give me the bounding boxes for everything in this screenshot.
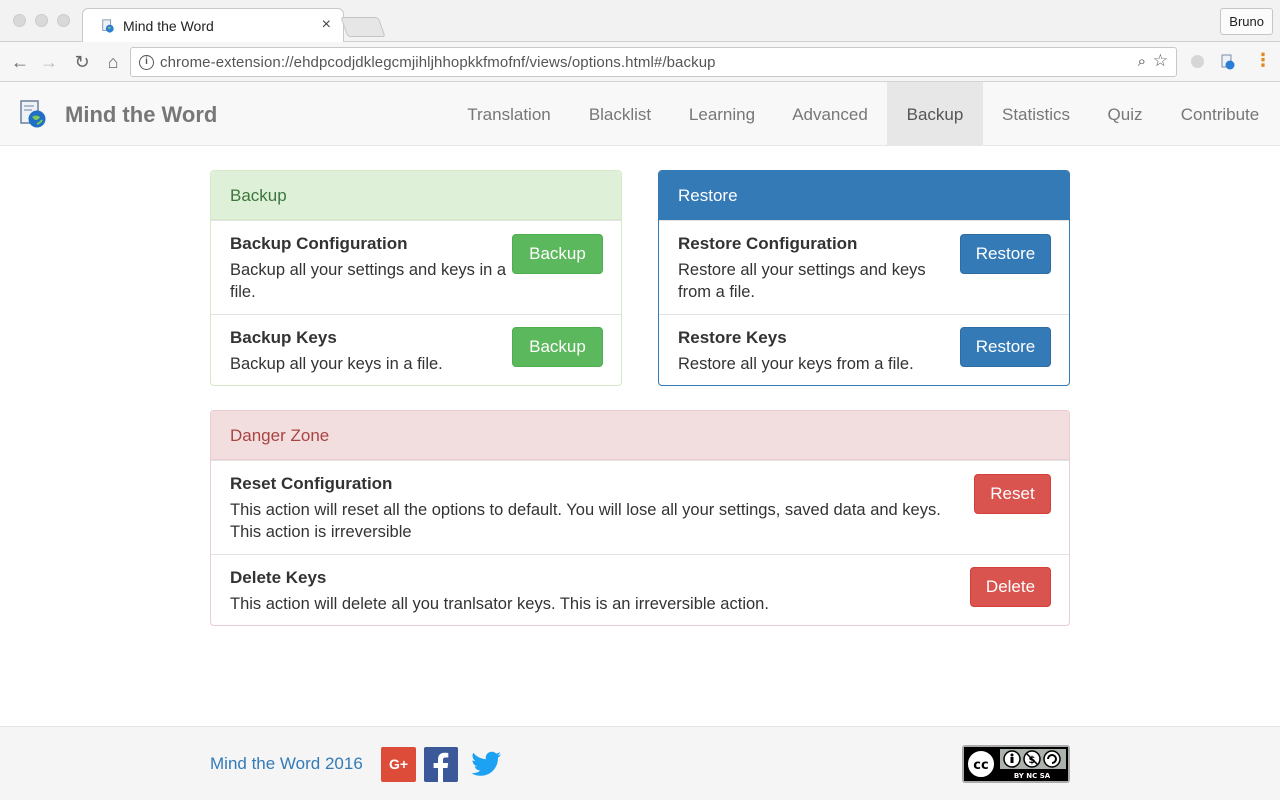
app-navbar: Mind the Word Translation Blacklist Lear…	[0, 82, 1280, 146]
nav-quiz[interactable]: Quiz	[1090, 82, 1160, 145]
backup-config-button[interactable]: Backup	[512, 234, 603, 274]
delete-button[interactable]: Delete	[970, 567, 1051, 607]
row-description: Restore all your settings and keys from …	[678, 261, 926, 301]
page-footer: Mind the Word 2016 G+ cc $ BY NC SA	[0, 726, 1280, 800]
restore-panel: Restore Restore Configuration Restore al…	[658, 170, 1070, 386]
address-bar[interactable]: i chrome-extension://ehdpcodjdklegcmjihl…	[130, 47, 1177, 77]
forward-arrow-icon[interactable]: →	[37, 50, 61, 74]
window-minimize-dot[interactable]	[35, 14, 48, 27]
creative-commons-license-badge[interactable]: cc $ BY NC SA	[962, 745, 1070, 783]
row-description: Backup all your keys in a file.	[230, 355, 443, 373]
cc-by-nc-sa-icon: cc $ BY NC SA	[964, 747, 1068, 781]
info-icon[interactable]: i	[139, 55, 154, 70]
restore-panel-heading: Restore	[659, 171, 1069, 220]
row-description: This action will reset all the options t…	[230, 501, 941, 541]
tab-close-icon[interactable]: ×	[322, 16, 331, 34]
backup-config-row: Backup Configuration Backup all your set…	[211, 220, 621, 314]
reset-config-row: Reset Configuration This action will res…	[211, 460, 1069, 554]
backup-keys-row: Backup Keys Backup all your keys in a fi…	[211, 314, 621, 385]
backup-panel: Backup Backup Configuration Backup all y…	[210, 170, 622, 386]
profile-button[interactable]: Bruno	[1220, 8, 1273, 35]
back-arrow-icon[interactable]: ←	[8, 50, 32, 74]
danger-zone-panel: Danger Zone Reset Configuration This act…	[210, 410, 1070, 626]
window-close-dot[interactable]	[13, 14, 26, 27]
row-title: Backup Keys	[230, 328, 337, 347]
nav-contribute[interactable]: Contribute	[1162, 82, 1278, 145]
nav-learning[interactable]: Learning	[672, 82, 772, 145]
row-description: Restore all your keys from a file.	[678, 355, 914, 373]
row-title: Restore Configuration	[678, 234, 858, 253]
delete-keys-row: Delete Keys This action will delete all …	[211, 554, 1069, 625]
bookmark-star-icon[interactable]: ☆	[1153, 51, 1168, 71]
browser-toolbar: ← → ↻ ⌂ i chrome-extension://ehdpcodjdkl…	[0, 42, 1280, 82]
row-title: Reset Configuration	[230, 474, 393, 493]
browser-tabstrip: Mind the Word × Bruno	[0, 0, 1280, 43]
license-text: BY NC SA	[1014, 772, 1051, 780]
mind-the-word-extension-icon[interactable]	[1220, 54, 1236, 70]
nav-translation[interactable]: Translation	[450, 82, 568, 145]
browser-tab[interactable]: Mind the Word ×	[82, 8, 344, 43]
footer-link[interactable]: Mind the Word 2016	[210, 754, 363, 774]
backup-keys-button[interactable]: Backup	[512, 327, 603, 367]
extension-dot-icon[interactable]	[1191, 55, 1204, 68]
window-zoom-dot[interactable]	[57, 14, 70, 27]
nav-backup[interactable]: Backup	[887, 82, 983, 145]
browser-menu-icon[interactable]: ⋮	[1254, 50, 1272, 71]
facebook-icon[interactable]	[424, 747, 458, 782]
row-title: Restore Keys	[678, 328, 787, 347]
row-description: This action will delete all you tranlsat…	[230, 595, 769, 613]
restore-config-button[interactable]: Restore	[960, 234, 1051, 274]
brand-title[interactable]: Mind the Word	[65, 102, 217, 128]
svg-text:cc: cc	[973, 758, 988, 773]
home-icon[interactable]: ⌂	[101, 50, 125, 74]
google-plus-icon[interactable]: G+	[381, 747, 416, 782]
danger-zone-heading: Danger Zone	[211, 411, 1069, 460]
extension-favicon-icon	[102, 19, 114, 33]
reset-button[interactable]: Reset	[974, 474, 1051, 514]
restore-config-row: Restore Configuration Restore all your s…	[659, 220, 1069, 314]
restore-keys-row: Restore Keys Restore all your keys from …	[659, 314, 1069, 385]
restore-keys-button[interactable]: Restore	[960, 327, 1051, 367]
tab-title: Mind the Word	[123, 18, 214, 34]
zoom-icon[interactable]: ⌕	[1138, 53, 1146, 70]
reload-icon[interactable]: ↻	[70, 50, 94, 74]
brand-logo-icon	[20, 100, 46, 128]
nav-statistics[interactable]: Statistics	[984, 82, 1088, 145]
nav-blacklist[interactable]: Blacklist	[570, 82, 670, 145]
row-description: Backup all your settings and keys in a f…	[230, 261, 507, 301]
row-title: Delete Keys	[230, 568, 327, 587]
nav-advanced[interactable]: Advanced	[774, 82, 886, 145]
backup-panel-heading: Backup	[211, 171, 621, 220]
url-text: chrome-extension://ehdpcodjdklegcmjihljh…	[160, 54, 716, 71]
new-tab-button[interactable]	[340, 17, 386, 37]
twitter-icon[interactable]	[470, 749, 502, 779]
row-title: Backup Configuration	[230, 234, 408, 253]
